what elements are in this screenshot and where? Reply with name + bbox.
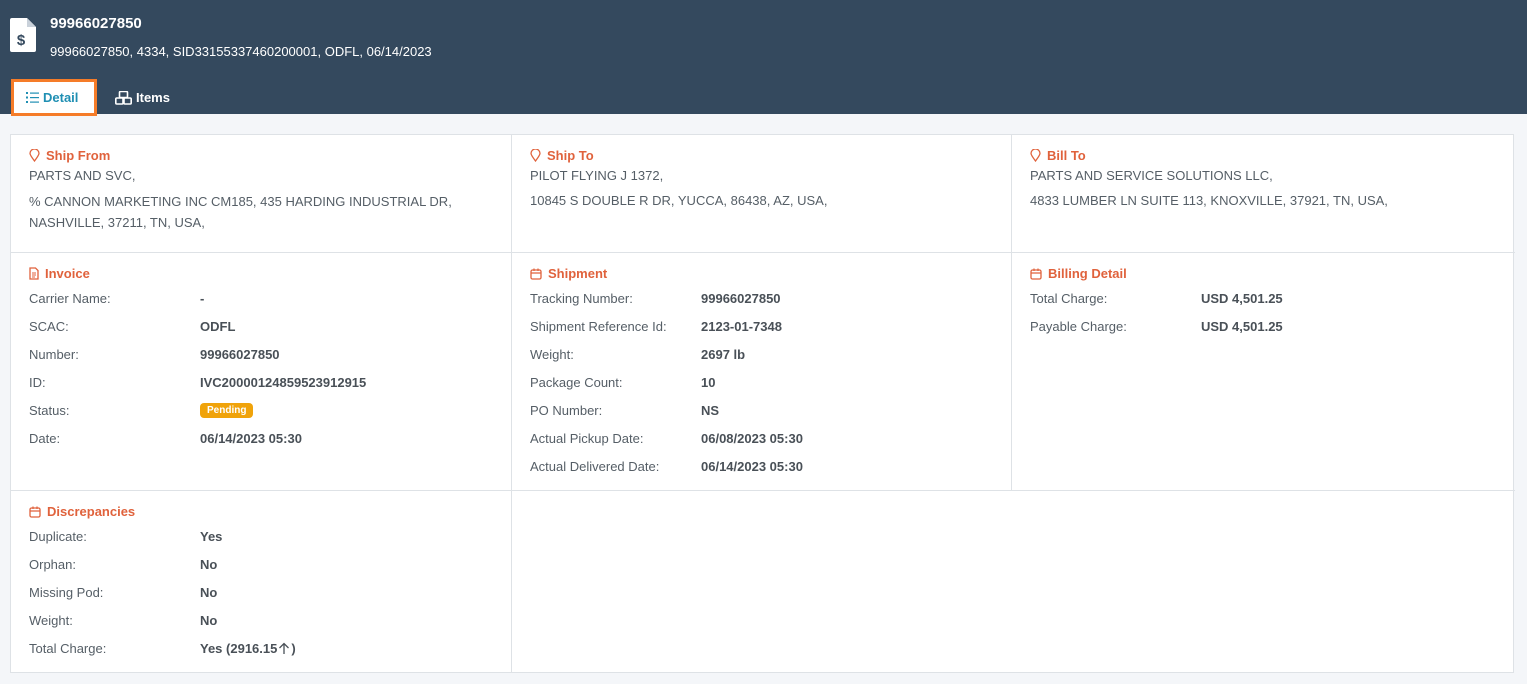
ship-from-section: Ship From PARTS AND SVC, % CANNON MARKET… [11,135,512,253]
invoice-dollar-icon: $ [10,18,36,52]
invoice-row: Carrier Name: - [29,290,205,306]
shipment-row: Shipment Reference Id: 2123-01-7348 [530,318,782,334]
billing-detail-section: Billing Detail Total Charge: USD 4,501.25… [1012,253,1515,491]
ship-to-title: Ship To [530,148,594,163]
tab-items-label: Items [136,90,170,105]
discrepancy-row: Orphan: No [29,556,218,572]
shipment-section: Shipment Tracking Number: 99966027850 Shi… [512,253,1012,491]
map-pin-icon [29,149,40,162]
bill-to-title: Bill To [1030,148,1086,163]
billing-row: Total Charge: USD 4,501.25 [1030,290,1283,306]
ship-to-address: 10845 S DOUBLE R DR, YUCCA, 86438, AZ, U… [530,193,828,208]
calendar-icon [29,506,41,518]
shipment-row: Actual Pickup Date: 06/08/2023 05:30 [530,430,803,446]
invoice-row: SCAC: ODFL [29,318,236,334]
discrepancies-section: Discrepancies Duplicate: Yes Orphan: No Mi… [11,491,512,672]
page-subtitle: 99966027850, 4334, SID33155337460200001,… [50,44,432,59]
billing-detail-title: Billing Detail [1030,266,1127,281]
invoice-section: Invoice Carrier Name: - SCAC: ODFL Number:… [11,253,512,491]
arrow-up-icon [279,642,290,654]
discrepancy-row: Missing Pod: No [29,584,218,600]
page-title: 99966027850 [50,15,142,32]
status-badge: Pending [200,402,254,418]
ship-from-name: PARTS AND SVC, [29,168,136,183]
detail-card: Ship From PARTS AND SVC, % CANNON MARKET… [10,134,1515,673]
page-header: $ 99966027850 99966027850, 4334, SID3315… [0,0,1527,116]
discrepancies-title: Discrepancies [29,504,135,519]
map-pin-icon [530,149,541,162]
map-pin-icon [1030,149,1041,162]
boxes-icon [115,90,132,105]
invoice-title: Invoice [29,266,90,281]
shipment-row: Package Count: 10 [530,374,716,390]
shipment-row: Actual Delivered Date: 06/14/2023 05:30 [530,458,803,474]
list-icon [26,92,39,103]
ship-to-section: Ship To PILOT FLYING J 1372, 10845 S DOU… [512,135,1012,253]
bill-to-name: PARTS AND SERVICE SOLUTIONS LLC, [1030,168,1273,183]
ship-from-title: Ship From [29,148,110,163]
ship-from-address: % CANNON MARKETING INC CM185, 435 HARDIN… [29,194,452,230]
bill-to-section: Bill To PARTS AND SERVICE SOLUTIONS LLC,… [1012,135,1515,253]
discrepancy-row: Duplicate: Yes [29,528,223,544]
tab-detail[interactable]: Detail [11,79,97,116]
ship-to-name: PILOT FLYING J 1372, [530,168,664,183]
discrepancy-row: Weight: No [29,612,218,628]
invoice-row: Status: Pending [29,400,254,420]
shipment-row: PO Number: NS [530,402,720,418]
shipment-title: Shipment [530,266,607,281]
bill-to-address: 4833 LUMBER LN SUITE 113, KNOXVILLE, 379… [1030,193,1388,208]
shipment-row: Tracking Number: 99966027850 [530,290,781,306]
tab-items[interactable]: Items [113,79,170,116]
tab-detail-label: Detail [43,90,79,105]
invoice-row: Date: 06/14/2023 05:30 [29,430,302,446]
invoice-row: Number: 99966027850 [29,346,280,362]
calendar-icon [530,268,542,280]
svg-text:$: $ [17,32,26,49]
discrepancy-row: Total Charge: Yes (2916.15 ) [29,640,296,656]
invoice-row: ID: IVC20000124859523912915 [29,374,367,390]
billing-row: Payable Charge: USD 4,501.25 [1030,318,1283,334]
calendar-icon [1030,268,1042,280]
shipment-row: Weight: 2697 lb [530,346,746,362]
document-icon [29,267,39,280]
